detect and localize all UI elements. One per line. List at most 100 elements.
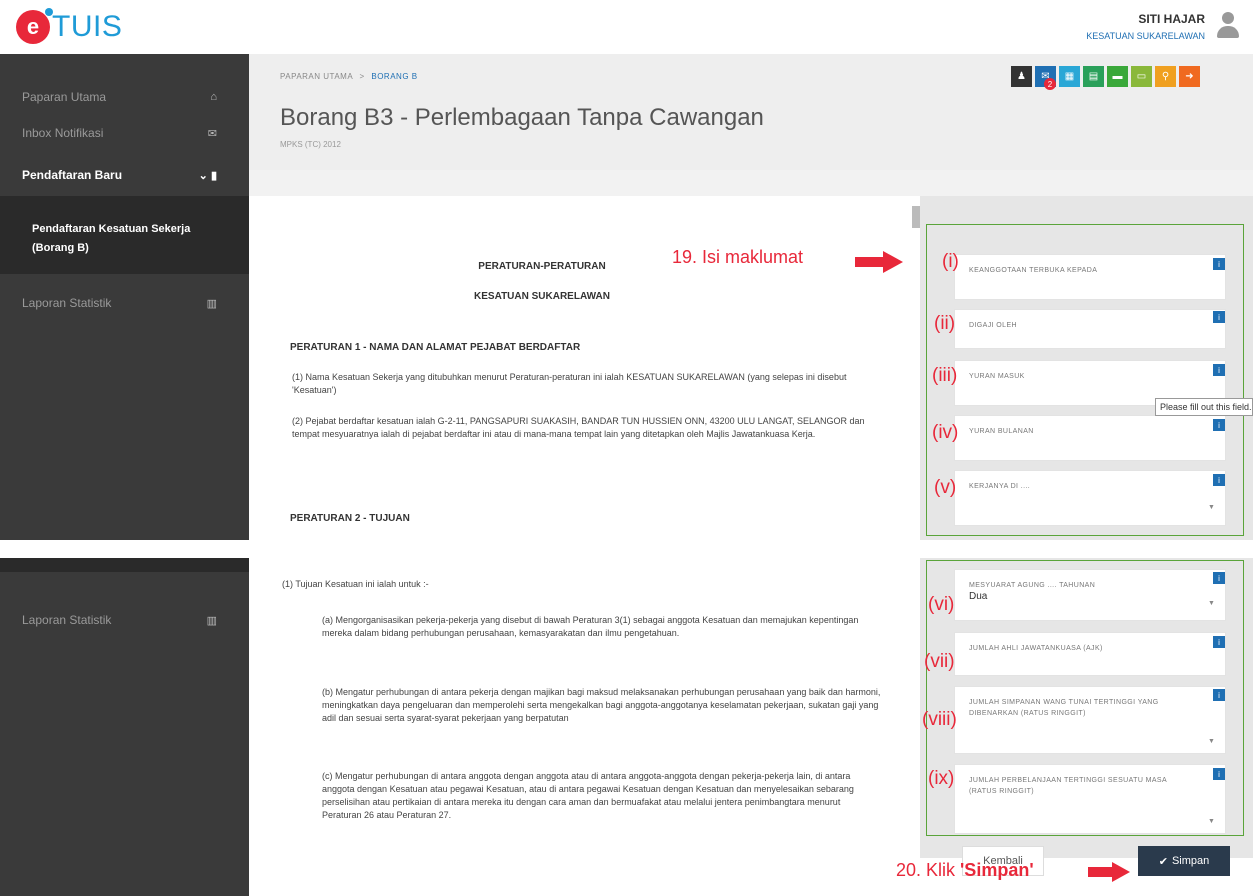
rule2-item-a: (a) Mengorganisasikan pekerja-pekerja ya… [322, 615, 859, 638]
field-label: JUMLAH AHLI JAWATANKUASA (AJK) [969, 645, 1103, 652]
search-icon[interactable]: ⚲ [1155, 66, 1176, 87]
notification-badge: 2 [1044, 78, 1056, 90]
field-number: (i) [942, 251, 959, 272]
field-mesyuarat-agung[interactable]: MESYUARAT AGUNG .... TAHUNAN Dua [954, 569, 1226, 621]
field-number: (vi) [928, 594, 955, 615]
folder-icon[interactable]: ▬ [1107, 66, 1128, 87]
sidebar-item-inbox[interactable]: Inbox Notifikasi ✉ [0, 115, 249, 151]
sidebar-item-pendaftaran-baru[interactable]: Pendaftaran Baru ⌄ ▮ [0, 157, 249, 193]
chevron-down-icon[interactable]: ▼ [1208, 818, 1215, 825]
sidebar-item-label: Inbox Notifikasi [22, 126, 104, 140]
sidebar-bottom: Laporan Statistik ▥ [0, 558, 249, 896]
bar-chart-icon: ▥ [206, 614, 217, 627]
logo-text: TUIS [52, 10, 123, 43]
user-icon[interactable]: ♟ [1011, 66, 1032, 87]
logout-icon[interactable]: ➜ [1179, 66, 1200, 87]
envelope-icon: ✉ [207, 127, 217, 140]
sidebar-item-label: Paparan Utama [22, 90, 107, 104]
field-number: (iii) [932, 365, 958, 386]
info-icon[interactable]: i [1213, 768, 1225, 780]
chevron-down-icon[interactable]: ▼ [1208, 600, 1215, 607]
annotation-step-20-prefix: 20. Klik [896, 860, 961, 880]
page-subtitle: MPKS (TC) 2012 [280, 140, 341, 149]
logo-mark: e [16, 8, 53, 44]
field-label: KERJANYA DI .... [969, 483, 1031, 490]
save-button[interactable]: ✔ Simpan [1138, 846, 1230, 876]
arrow-right-icon [855, 251, 903, 273]
field-label: DIGAJI OLEH [969, 322, 1017, 329]
validation-tooltip: Please fill out this field. [1155, 398, 1253, 416]
field-simpanan-wang[interactable]: JUMLAH SIMPANAN WANG TUNAI TERTINGGI YAN… [954, 686, 1226, 754]
info-icon[interactable]: i [1213, 636, 1225, 648]
field-label: YURAN MASUK [969, 373, 1025, 380]
field-number: (v) [934, 477, 957, 498]
sidebar-item-laporan[interactable]: Laporan Statistik ▥ [0, 285, 249, 321]
page-title: Borang B3 - Perlembagaan Tanpa Cawangan [280, 104, 764, 131]
chevron-down-file-icon: ⌄ ▮ [198, 169, 217, 182]
annotation-step-20-bold: 'Simpan' [960, 860, 1034, 880]
info-icon[interactable]: i [1213, 419, 1225, 431]
field-number: (ix) [928, 768, 955, 789]
sidebar-subitem-borang-b[interactable]: Pendaftaran Kesatuan Sekerja (Borang B) [0, 196, 249, 274]
breadcrumb: PAPARAN UTAMA > BORANG B [280, 72, 418, 81]
field-value: Dua [969, 591, 988, 602]
field-label: MESYUARAT AGUNG .... TAHUNAN [969, 582, 1096, 589]
card-icon[interactable]: ▭ [1131, 66, 1152, 87]
field-keanggotaan[interactable]: KEANGGOTAAN TERBUKA KEPADA [954, 254, 1226, 300]
breadcrumb-separator: > [359, 72, 365, 81]
sidebar-item-label: Pendaftaran Baru [22, 168, 123, 182]
chevron-down-icon[interactable]: ▼ [1208, 738, 1215, 745]
info-icon[interactable]: i [1213, 689, 1225, 701]
rule2-item-c: (c) Mengatur perhubungan di antara anggo… [322, 771, 854, 820]
field-label: JUMLAH PERBELANJAAN TERTINGGI SESUATU MA… [969, 777, 1167, 795]
info-icon[interactable]: i [1213, 572, 1225, 584]
arrow-right-icon [1088, 862, 1130, 882]
field-kerjanya-di[interactable]: KERJANYA DI .... [954, 470, 1226, 526]
breadcrumb-home[interactable]: PAPARAN UTAMA [280, 72, 353, 81]
rule1-paragraph-1: (1) Nama Kesatuan Sekerja yang ditubuhka… [292, 372, 847, 395]
chevron-down-icon[interactable]: ▼ [1208, 504, 1215, 511]
mail-icon[interactable]: ✉ 2 [1035, 66, 1056, 90]
annotation-step-20: 20. Klik 'Simpan' [896, 860, 1034, 881]
rule1-paragraph-2: (2) Pejabat berdaftar kesatuan ialah G-2… [292, 416, 865, 439]
info-icon[interactable]: i [1213, 311, 1225, 323]
info-icon[interactable]: i [1213, 258, 1225, 270]
info-icon[interactable]: i [1213, 474, 1225, 486]
app-logo[interactable]: e TUIS [16, 8, 123, 44]
toolbar: ♟ ✉ 2 ▦ ▤ ▬ ▭ ⚲ ➜ [1011, 66, 1200, 90]
calendar-icon[interactable]: ▦ [1059, 66, 1080, 87]
field-perbelanjaan[interactable]: JUMLAH PERBELANJAAN TERTINGGI SESUATU MA… [954, 764, 1226, 834]
sidebar-item-paparan-utama[interactable]: Paparan Utama ⌂ [0, 79, 249, 115]
field-number: (viii) [922, 709, 957, 730]
field-yuran-bulanan[interactable]: YURAN BULANAN [954, 415, 1226, 461]
field-number: (iv) [932, 422, 959, 443]
rule2-intro: (1) Tujuan Kesatuan ini ialah untuk :- [282, 579, 429, 589]
annotation-step-19: 19. Isi maklumat [672, 247, 804, 267]
rule1-title: PERATURAN 1 - NAMA DAN ALAMAT PEJABAT BE… [290, 342, 581, 353]
field-label: YURAN BULANAN [969, 428, 1034, 435]
field-number: (ii) [934, 313, 956, 334]
document-scrollbar[interactable] [912, 206, 920, 228]
top-bar [0, 0, 1253, 54]
home-icon: ⌂ [210, 91, 217, 103]
bar-chart-icon: ▥ [206, 297, 217, 310]
field-digaji-oleh[interactable]: DIGAJI OLEH [954, 309, 1226, 349]
user-name: SITI HAJAR [1138, 12, 1205, 26]
info-icon[interactable]: i [1213, 364, 1225, 376]
check-icon: ✔ [1158, 855, 1168, 868]
user-org: KESATUAN SUKARELAWAN [1086, 31, 1205, 41]
breadcrumb-current[interactable]: BORANG B [371, 72, 417, 81]
document-icon[interactable]: ▤ [1083, 66, 1104, 87]
save-button-label: Simpan [1171, 855, 1210, 867]
avatar-icon[interactable] [1217, 12, 1239, 40]
field-label: JUMLAH SIMPANAN WANG TUNAI TERTINGGI YAN… [969, 699, 1159, 717]
rule2-item-b: (b) Mengatur perhubungan di antara peker… [322, 687, 881, 723]
field-label: KEANGGOTAAN TERBUKA KEPADA [969, 267, 1098, 274]
divider-strip [249, 170, 1253, 196]
field-number: (vii) [924, 651, 955, 672]
sidebar-item-laporan-2[interactable]: Laporan Statistik ▥ [0, 602, 249, 638]
field-jumlah-ajk[interactable]: JUMLAH AHLI JAWATANKUASA (AJK) [954, 632, 1226, 676]
rule2-title: PERATURAN 2 - TUJUAN [290, 513, 410, 524]
sidebar: Paparan Utama ⌂ Inbox Notifikasi ✉ Penda… [0, 54, 249, 540]
doc-heading-2: KESATUAN SUKARELAWAN [474, 291, 610, 302]
